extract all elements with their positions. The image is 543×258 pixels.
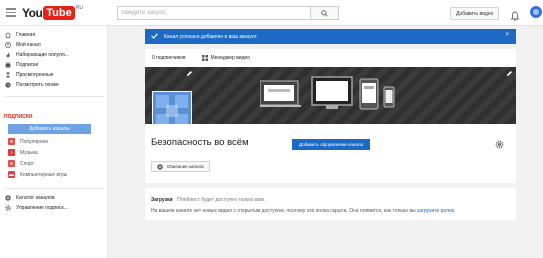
sidebar-item-label: Главная <box>16 31 36 38</box>
subscriptions-icon <box>5 62 11 68</box>
checkmark-icon <box>151 32 158 41</box>
sidebar-divider <box>4 188 104 189</box>
uploads-section: Загрузки Плейлист будет доступен только … <box>145 188 516 220</box>
uploads-heading: Загрузки <box>151 197 173 203</box>
sidebar-item-label: Посмотреть позже <box>16 81 59 88</box>
upload-video-link[interactable]: загрузите ролик. <box>417 208 455 214</box>
success-alert: Канал успешно добавлен в ваш аккаунт. × <box>145 29 516 44</box>
logo-region: RU <box>75 5 83 11</box>
add-channels-button[interactable]: Добавить каналы <box>8 124 91 134</box>
user-avatar[interactable] <box>530 6 542 18</box>
subscription-item-games[interactable]: ▬ Компьютерные игры <box>8 170 100 179</box>
sidebar-item-watch-later[interactable]: Посмотреть позже <box>0 80 108 89</box>
sidebar-item-label: Управление подписк... <box>16 204 68 211</box>
music-note-icon: ♪ <box>8 149 15 156</box>
channel-card: 0 подписчиков Менеджер видео Добавить оф… <box>145 49 516 183</box>
gamepad-icon: ▬ <box>8 171 15 178</box>
sidebar-item-label: Мой канал <box>16 41 41 48</box>
sidebar-divider <box>4 96 104 97</box>
clock-icon <box>5 81 11 88</box>
uploads-header: Загрузки Плейлист будет доступен только … <box>151 197 265 203</box>
uploads-message-text: На вашем канале нет новых видео с открыт… <box>151 208 416 214</box>
uploads-note: Плейлист будет доступен только вам. <box>177 197 266 203</box>
subscription-item-sport[interactable]: ● Спорт <box>8 159 100 168</box>
sidebar-item-label: Просмотренные <box>16 71 54 78</box>
channel-description-button[interactable]: Описание канала <box>151 161 210 172</box>
channel-avatar[interactable] <box>152 91 192 124</box>
plus-circle-icon <box>157 163 163 170</box>
account-icon <box>5 41 11 48</box>
subscriptions-section-title: ПОДПИСКИ <box>4 114 33 120</box>
subscription-label: Спорт <box>20 160 35 167</box>
sidebar-item-history[interactable]: Просмотренные <box>0 70 108 79</box>
description-button-label: Описание канала <box>167 164 204 169</box>
sidebar: Главная Мой канал Набирающие популя... П… <box>0 26 108 258</box>
grid-icon <box>201 55 208 61</box>
alert-message: Канал успешно добавлен в ваш аккаунт. <box>164 33 258 40</box>
plus-circle-icon <box>5 194 11 201</box>
sidebar-item-home[interactable]: Главная <box>0 30 108 39</box>
subscription-label: Музыка <box>20 149 38 156</box>
sidebar-item-label: Набирающие популя... <box>16 51 69 58</box>
sidebar-item-channel-catalog[interactable]: Каталог каналов <box>0 193 108 202</box>
hamburger-menu-icon[interactable] <box>6 8 16 17</box>
search-input[interactable] <box>117 6 310 20</box>
edit-banner-pencil-icon[interactable] <box>506 70 513 77</box>
channel-settings-gear-icon[interactable] <box>495 136 504 154</box>
devices-illustration <box>260 76 395 110</box>
star-icon: ★ <box>8 138 15 145</box>
sidebar-item-trending[interactable]: Набирающие популя... <box>0 50 108 59</box>
sidebar-item-label: Каталог каналов <box>16 194 55 201</box>
subscriber-count: 0 подписчиков <box>152 55 186 61</box>
search-icon <box>321 9 328 17</box>
video-manager-link[interactable]: Менеджер видео <box>201 55 251 61</box>
hourglass-icon <box>5 72 11 78</box>
sidebar-item-manage-subscriptions[interactable]: Управление подписк... <box>0 203 108 212</box>
sport-icon: ● <box>8 160 15 167</box>
notifications-bell-icon[interactable] <box>510 8 520 26</box>
subscription-item-popular[interactable]: ★ Популярное <box>8 137 100 146</box>
add-channel-art-button[interactable]: Добавить оформление канала <box>292 139 370 150</box>
add-video-button[interactable]: Добавить видео <box>450 7 500 20</box>
logo-text-tube: Tube <box>43 5 75 20</box>
gear-icon <box>5 204 11 211</box>
channel-title: Безопасность во всём <box>151 137 249 148</box>
close-icon[interactable]: × <box>505 32 509 38</box>
video-manager-label: Менеджер видео <box>210 55 251 61</box>
edit-avatar-pencil-icon[interactable] <box>186 70 193 77</box>
flame-icon <box>5 52 11 58</box>
channel-banner <box>145 67 516 124</box>
subscription-label: Популярное <box>20 138 49 145</box>
subscription-item-music[interactable]: ♪ Музыка <box>8 148 100 157</box>
sidebar-item-label: Подписки <box>16 61 39 68</box>
home-icon <box>5 31 11 38</box>
channel-toolbar: 0 подписчиков Менеджер видео <box>145 49 516 67</box>
youtube-logo[interactable]: You Tube RU <box>22 5 83 20</box>
subscription-label: Компьютерные игры <box>20 171 68 178</box>
sidebar-item-subscriptions[interactable]: Подписки <box>0 60 108 69</box>
logo-text-you: You <box>22 5 43 20</box>
top-header: You Tube RU Добавить видео <box>0 0 543 26</box>
search-button[interactable] <box>310 6 339 20</box>
sidebar-item-my-channel[interactable]: Мой канал <box>0 40 108 49</box>
uploads-message: На вашем канале нет новых видео с открыт… <box>151 208 455 214</box>
